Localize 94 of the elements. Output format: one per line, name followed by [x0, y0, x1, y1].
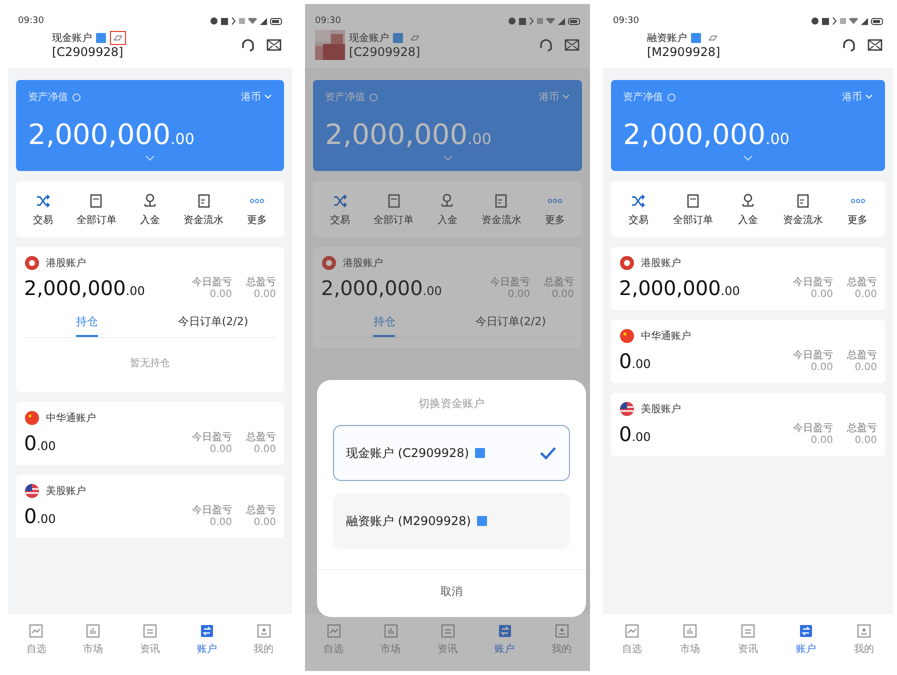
tab[interactable]: 持仓	[373, 314, 396, 337]
nav-tab[interactable]: 市场	[64, 622, 122, 657]
asset-label: 资产净值	[623, 90, 663, 104]
account-name: 中华通账户	[641, 330, 691, 343]
stat-label: 总盈亏	[847, 348, 877, 362]
stat-value: 0.00	[854, 362, 877, 373]
account-option[interactable]: 现金账户 (C2909928)	[333, 425, 570, 481]
action-button[interactable]: 入金	[420, 193, 474, 227]
stat-value: 0.00	[210, 444, 232, 455]
nav-tab[interactable]: 自选	[603, 622, 661, 657]
stat-value: 0.00	[254, 444, 276, 455]
stat-label: 今日盈亏	[192, 504, 232, 517]
nav-tab[interactable]: 账户	[178, 622, 236, 657]
action-button[interactable]: 交易	[611, 193, 666, 227]
stat-label: 总盈亏	[246, 276, 276, 289]
action-button[interactable]: 更多	[528, 193, 582, 227]
action-button[interactable]: 资金流水	[775, 193, 830, 227]
nav-tab[interactable]: 自选	[8, 622, 65, 657]
stat-value: 0.00	[210, 289, 232, 300]
account-value: 0.00	[24, 504, 56, 528]
asset-value: 2,000,000.00	[623, 118, 790, 151]
stat-label: 今日盈亏	[192, 431, 232, 444]
account-name: 现金账户	[349, 32, 389, 45]
action-button[interactable]: 资金流水	[474, 193, 528, 227]
asset-label: 资产净值	[325, 90, 365, 104]
action-button[interactable]: 资金流水	[176, 193, 230, 227]
tab[interactable]: 持仓	[76, 314, 98, 337]
stat-value: 0.00	[810, 362, 833, 373]
stat-label: 总盈亏	[847, 422, 877, 435]
stat-label: 今日盈亏	[793, 422, 833, 435]
stat-label: 总盈亏	[544, 276, 574, 289]
stat-value: 0.00	[210, 517, 232, 528]
stat-value: 0.00	[254, 517, 276, 528]
stat-value: 0.00	[810, 435, 833, 446]
nav-tab[interactable]: 资讯	[719, 622, 777, 657]
currency-selector[interactable]: 港币	[842, 90, 873, 104]
account-value: 0.00	[619, 422, 651, 446]
nav-tab[interactable]: 市场	[661, 622, 719, 657]
account-name: 港股账户	[46, 256, 86, 270]
account-name: 港股账户	[641, 256, 681, 270]
cancel-button[interactable]: 取消	[317, 569, 586, 617]
dialog-title: 切换资金账户	[418, 396, 486, 412]
account-value: 0.00	[24, 431, 56, 455]
nav-tab[interactable]: 资讯	[122, 622, 178, 657]
tab[interactable]: 今日订单(2/2)	[178, 314, 248, 337]
stat-label: 今日盈亏	[192, 276, 232, 289]
action-button[interactable]: 交易	[313, 193, 367, 227]
account-name: 港股账户	[343, 256, 383, 270]
account-name: 中华通账户	[46, 412, 96, 425]
status-time: 09:30	[18, 16, 44, 26]
account-value: 0.00	[619, 349, 651, 373]
stat-value: 0.00	[508, 289, 530, 300]
action-button[interactable]: 更多	[230, 193, 284, 227]
tab[interactable]: 今日订单(2/2)	[476, 314, 546, 337]
action-button[interactable]: 入金	[720, 193, 776, 227]
stat-label: 总盈亏	[246, 504, 276, 517]
account-name: 美股账户	[641, 402, 681, 416]
nav-tab[interactable]: 我的	[235, 622, 292, 657]
empty-text: 暂无持仓	[129, 356, 171, 371]
asset-value: 2,000,000.00	[325, 118, 492, 151]
asset-label: 资产净值	[28, 90, 68, 104]
account-name: 融资账户	[647, 32, 687, 45]
stat-label: 今日盈亏	[490, 276, 530, 289]
stat-label: 今日盈亏	[793, 349, 833, 362]
nav-tab[interactable]: 账户	[777, 622, 835, 657]
action-button[interactable]: 入金	[123, 193, 177, 227]
action-button[interactable]: 全部订单	[666, 193, 721, 227]
nav-tab[interactable]: 我的	[835, 622, 893, 657]
action-button[interactable]: 全部订单	[70, 193, 124, 227]
account-name: 现金账户	[52, 32, 92, 45]
account-id: [C2909928]	[52, 45, 124, 59]
stat-label: 总盈亏	[847, 276, 877, 289]
stat-value: 0.00	[552, 289, 574, 300]
account-name: 美股账户	[46, 484, 86, 498]
asset-value: 2,000,000.00	[28, 118, 196, 151]
stat-label: 总盈亏	[246, 430, 276, 444]
action-button[interactable]: 全部订单	[366, 193, 421, 227]
currency-selector[interactable]: 港币	[241, 90, 272, 104]
stat-label: 今日盈亏	[793, 276, 833, 289]
account-option[interactable]: 融资账户 (M2909928)	[333, 493, 570, 549]
stat-value: 0.00	[254, 289, 276, 300]
action-button[interactable]: 更多	[830, 193, 885, 227]
account-id: [M2909928]	[647, 45, 722, 59]
status-time: 09:30	[315, 16, 341, 26]
stat-value: 0.00	[854, 435, 877, 446]
action-button[interactable]: 交易	[16, 193, 70, 227]
stat-value: 0.00	[854, 289, 877, 300]
nav-tab[interactable]: 账户	[476, 622, 533, 657]
status-time: 09:30	[613, 16, 639, 26]
account-value: 2,000,000.00	[321, 276, 442, 300]
stat-value: 0.00	[810, 289, 833, 300]
account-value: 2,000,000.00	[619, 276, 740, 300]
account-id: [C2909928]	[349, 45, 422, 59]
account-value: 2,000,000.00	[24, 276, 145, 300]
